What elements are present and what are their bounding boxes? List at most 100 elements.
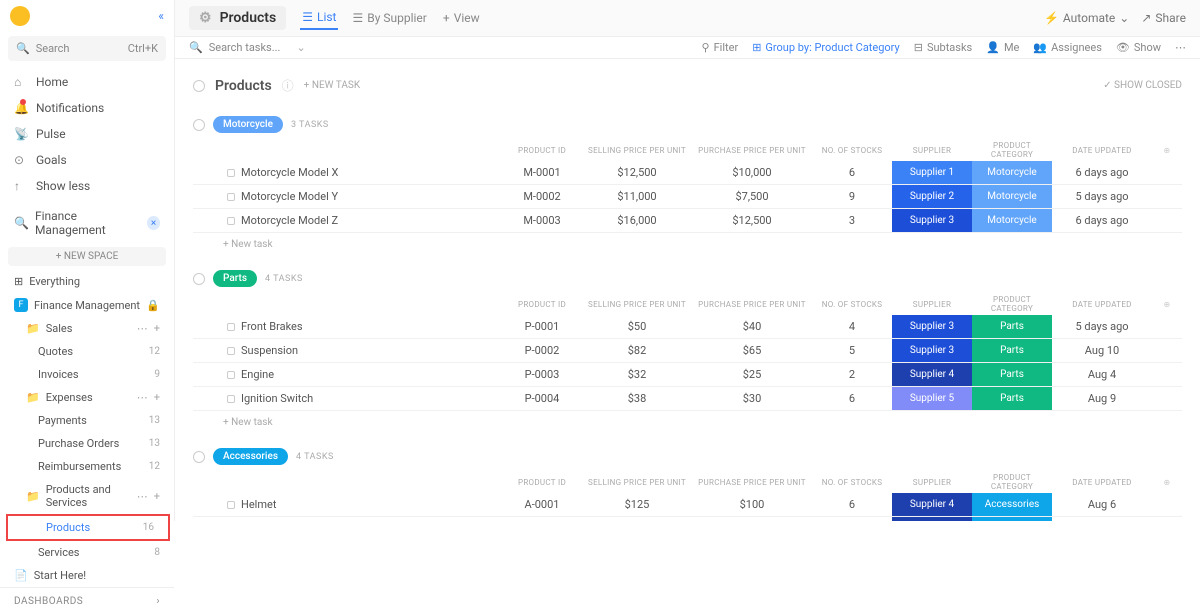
- collapse-sidebar-icon[interactable]: «: [158, 9, 164, 23]
- table-row[interactable]: Helmet A-0001 $125 $100 6 Supplier 4 Acc…: [193, 493, 1182, 517]
- supplier-cell[interactable]: Supplier 3: [892, 339, 972, 362]
- table-row[interactable]: Suspension P-0002 $82 $65 5 Supplier 3 P…: [193, 339, 1182, 363]
- group-pill[interactable]: Motorcycle: [213, 116, 283, 133]
- category-cell[interactable]: Motorcycle: [972, 185, 1052, 208]
- status-dot[interactable]: [227, 217, 235, 225]
- view-tab-by-supplier[interactable]: ☰By Supplier: [350, 7, 428, 29]
- more-icon[interactable]: ⋯: [137, 490, 148, 503]
- supplier-cell[interactable]: Supplier 4: [892, 493, 972, 516]
- group-header[interactable]: Accessories4 TASKS: [193, 442, 1182, 471]
- tree-start-here[interactable]: 📄Start Here!: [0, 564, 174, 587]
- tree-sales[interactable]: 📁Sales⋯+: [0, 317, 174, 340]
- nav-item-notifications[interactable]: 🔔Notifications: [0, 95, 174, 121]
- tree-reimbursements[interactable]: Reimbursements12: [0, 455, 174, 478]
- tree-everything[interactable]: ⊞Everything: [0, 270, 174, 293]
- tree-products[interactable]: Products16: [6, 514, 170, 541]
- show-button[interactable]: 👁Show: [1116, 41, 1161, 54]
- view-tab-view[interactable]: +View: [441, 7, 482, 29]
- search-tasks-input[interactable]: 🔍 Search tasks... ⌄: [189, 41, 688, 54]
- add-column-icon[interactable]: ⊕: [1152, 478, 1182, 487]
- tree-invoices[interactable]: Invoices9: [0, 363, 174, 386]
- category-cell[interactable]: Motorcycle: [972, 161, 1052, 184]
- show-closed-button[interactable]: ✓ SHOW CLOSED: [1103, 80, 1182, 91]
- table-row[interactable]: Ignition Switch P-0004 $38 $30 6 Supplie…: [193, 387, 1182, 411]
- supplier-cell[interactable]: Supplier 3: [892, 315, 972, 338]
- automate-button[interactable]: ⚡Automate⌄: [1044, 11, 1129, 25]
- status-dot[interactable]: [227, 347, 235, 355]
- table-row[interactable]: Gloves A-0002 $95 $75 4 Supplier 4 Acces…: [193, 517, 1182, 521]
- add-column-icon[interactable]: ⊕: [1152, 300, 1182, 309]
- tree-payments[interactable]: Payments13: [0, 409, 174, 432]
- supplier-cell[interactable]: Supplier 3: [892, 209, 972, 232]
- search-input[interactable]: 🔍Search Ctrl+K: [8, 36, 166, 61]
- group-by-button[interactable]: ⊞Group by: Product Category: [752, 41, 900, 54]
- me-button[interactable]: 👤Me: [986, 41, 1019, 54]
- avatar[interactable]: [10, 6, 30, 26]
- category-cell[interactable]: Parts: [972, 387, 1052, 410]
- collapse-icon[interactable]: [193, 451, 205, 463]
- dashboards-section[interactable]: DASHBOARDS ›: [0, 587, 174, 615]
- filter-button[interactable]: ⚲Filter: [702, 41, 739, 54]
- table-row[interactable]: Motorcycle Model Y M-0002 $11,000 $7,500…: [193, 185, 1182, 209]
- group-pill[interactable]: Parts: [213, 270, 257, 287]
- tree-finance-management[interactable]: FFinance Management 🔒: [0, 293, 174, 317]
- add-icon[interactable]: +: [154, 490, 160, 503]
- tree-expenses[interactable]: 📁Expenses⋯+: [0, 386, 174, 409]
- new-task-button[interactable]: + NEW TASK: [304, 80, 360, 91]
- supplier-cell[interactable]: Supplier 4: [892, 517, 972, 521]
- status-dot[interactable]: [227, 501, 235, 509]
- nav-item-show-less[interactable]: ↑Show less: [0, 173, 174, 199]
- table-row[interactable]: Motorcycle Model Z M-0003 $16,000 $12,50…: [193, 209, 1182, 233]
- view-tab-list[interactable]: ☰List: [300, 6, 338, 30]
- close-icon[interactable]: ×: [147, 216, 160, 230]
- nav-item-home[interactable]: ⌂Home: [0, 69, 174, 95]
- info-icon[interactable]: ⓘ: [282, 77, 294, 94]
- add-icon[interactable]: +: [154, 322, 160, 335]
- tree-purchase-orders[interactable]: Purchase Orders13: [0, 432, 174, 455]
- status-dot[interactable]: [227, 371, 235, 379]
- list-icon: ⚙: [199, 10, 212, 26]
- assignees-button[interactable]: 👥Assignees: [1033, 41, 1102, 54]
- category-cell[interactable]: Parts: [972, 315, 1052, 338]
- supplier-cell[interactable]: Supplier 5: [892, 387, 972, 410]
- new-space-button[interactable]: + NEW SPACE: [8, 247, 166, 266]
- new-task-row[interactable]: + New task: [193, 411, 1182, 434]
- status-dot[interactable]: [227, 193, 235, 201]
- category-cell[interactable]: Motorcycle: [972, 209, 1052, 232]
- status-dot[interactable]: [227, 323, 235, 331]
- more-icon[interactable]: ⋯: [137, 322, 148, 335]
- category-cell[interactable]: Accessories: [972, 493, 1052, 516]
- nav-item-pulse[interactable]: 📡Pulse: [0, 121, 174, 147]
- tree-quotes[interactable]: Quotes12: [0, 340, 174, 363]
- new-task-row[interactable]: + New task: [193, 233, 1182, 256]
- category-cell[interactable]: Parts: [972, 363, 1052, 386]
- supplier-cell[interactable]: Supplier 1: [892, 161, 972, 184]
- group-header[interactable]: Motorcycle3 TASKS: [193, 110, 1182, 139]
- chevron-down-icon[interactable]: ⌄: [296, 41, 305, 54]
- table-row[interactable]: Front Brakes P-0001 $50 $40 4 Supplier 3…: [193, 315, 1182, 339]
- status-circle-icon[interactable]: [193, 80, 205, 92]
- more-icon[interactable]: ⋯: [137, 391, 148, 404]
- share-button[interactable]: ↗Share: [1141, 11, 1186, 25]
- collapse-icon[interactable]: [193, 119, 205, 131]
- group-header[interactable]: Parts4 TASKS: [193, 264, 1182, 293]
- category-cell[interactable]: Accessories: [972, 517, 1052, 521]
- subtasks-button[interactable]: ⊟Subtasks: [914, 41, 973, 54]
- status-dot[interactable]: [227, 169, 235, 177]
- collapse-icon[interactable]: [193, 273, 205, 285]
- category-cell[interactable]: Parts: [972, 339, 1052, 362]
- supplier-cell[interactable]: Supplier 4: [892, 363, 972, 386]
- add-column-icon[interactable]: ⊕: [1152, 146, 1182, 155]
- supplier-cell[interactable]: Supplier 2: [892, 185, 972, 208]
- table-row[interactable]: Engine P-0003 $32 $25 2 Supplier 4 Parts…: [193, 363, 1182, 387]
- add-icon[interactable]: +: [154, 391, 160, 404]
- more-icon[interactable]: ⋯: [1175, 41, 1186, 54]
- date-updated: Aug 6: [1052, 493, 1152, 516]
- space-header[interactable]: 🔍Finance Management ×: [0, 203, 174, 243]
- tree-products-services[interactable]: 📁Products and Services⋯+: [0, 478, 174, 514]
- nav-item-goals[interactable]: ⊙Goals: [0, 147, 174, 173]
- tree-services[interactable]: Services8: [0, 541, 174, 564]
- table-row[interactable]: Motorcycle Model X M-0001 $12,500 $10,00…: [193, 161, 1182, 185]
- group-pill[interactable]: Accessories: [213, 448, 288, 465]
- status-dot[interactable]: [227, 395, 235, 403]
